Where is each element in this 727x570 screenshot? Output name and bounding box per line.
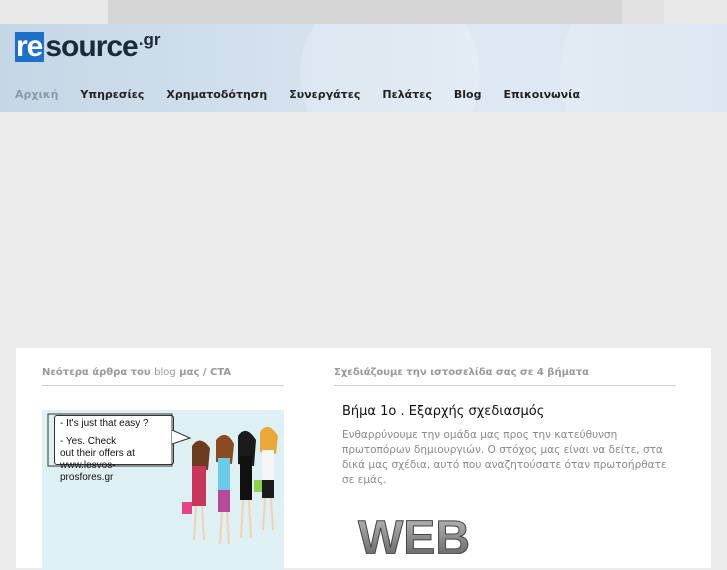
site-header: re source .gr Αρχική Υπηρεσίες Χρηματοδό… (0, 24, 727, 112)
nav-item-clients[interactable]: Πελάτες (382, 88, 432, 101)
nav-item-blog[interactable]: Blog (454, 88, 482, 101)
promo-line: www.lesvos-prosfores.gr (60, 460, 116, 483)
promo-line: out their offers at (60, 448, 135, 459)
promo-line: - Yes. Check (60, 436, 117, 447)
nav-item-contact[interactable]: Επικοινωνία (503, 88, 580, 101)
nav-item-partners[interactable]: Συνεργάτες (289, 88, 360, 101)
web-graphic-text: WEB (358, 514, 470, 554)
right-column-title: Σχεδιάζουμε την ιστοσελίδα σας σε 4 βήμα… (334, 367, 590, 378)
promo-line: - It's just that easy ? (60, 418, 149, 429)
step-description: Ενθαρρύνουμε την ομάδα μας προς την κατε… (342, 429, 667, 486)
logo-name: source (45, 30, 138, 63)
main-nav: Αρχική Υπηρεσίες Χρηματοδότηση Συνεργάτε… (15, 88, 602, 101)
right-column-divider (334, 385, 676, 386)
nav-item-services[interactable]: Υπηρεσίες (80, 88, 144, 101)
site-logo[interactable]: re source .gr (15, 30, 160, 62)
left-column-divider (42, 385, 284, 386)
top-strip (0, 0, 727, 24)
step-title[interactable]: Βήμα 1ο . Εξαρχής σχεδιασμός (342, 404, 544, 419)
promo-banner[interactable]: - It's just that easy ? - Yes. Check out… (42, 410, 284, 570)
speech-bubble: - It's just that easy ? - Yes. Check out… (54, 415, 174, 483)
nav-item-home[interactable]: Αρχική (15, 88, 58, 101)
web-3d-graphic: WEB (358, 514, 471, 554)
left-column-title: Νεότερα άρθρα του blog μας / CTA (42, 367, 232, 378)
logo-tld: .gr (138, 30, 161, 49)
top-strip-right (622, 0, 664, 24)
top-strip-center (108, 0, 622, 24)
logo-prefix: re (15, 30, 45, 63)
content-card: Νεότερα άρθρα του blog μας / CTA - It's … (16, 348, 711, 570)
nav-item-funding[interactable]: Χρηματοδότηση (166, 88, 267, 101)
